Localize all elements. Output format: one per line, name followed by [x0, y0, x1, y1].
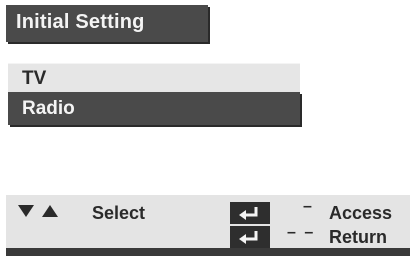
enter-key-icon [230, 226, 270, 248]
return-hint-label: Return [329, 227, 387, 247]
return-dash: – – [287, 224, 316, 241]
up-down-triangles-icon [16, 203, 66, 223]
menu-item-label: TV [22, 68, 47, 89]
access-dash: – [303, 198, 312, 215]
select-hint-label: Select [92, 203, 146, 223]
menu-item-label: Radio [22, 98, 75, 119]
page-title-tab: Initial Setting [6, 5, 208, 42]
menu-item-tv[interactable]: TV [8, 63, 300, 92]
enter-key-icon [230, 202, 270, 224]
footer-bottom-bar [6, 248, 410, 256]
menu-item-radio[interactable]: Radio [8, 92, 300, 125]
access-hint-label: Access [329, 203, 393, 223]
page-title: Initial Setting [16, 11, 145, 33]
key-guide-footer: Select – Access – – Return [6, 195, 410, 248]
